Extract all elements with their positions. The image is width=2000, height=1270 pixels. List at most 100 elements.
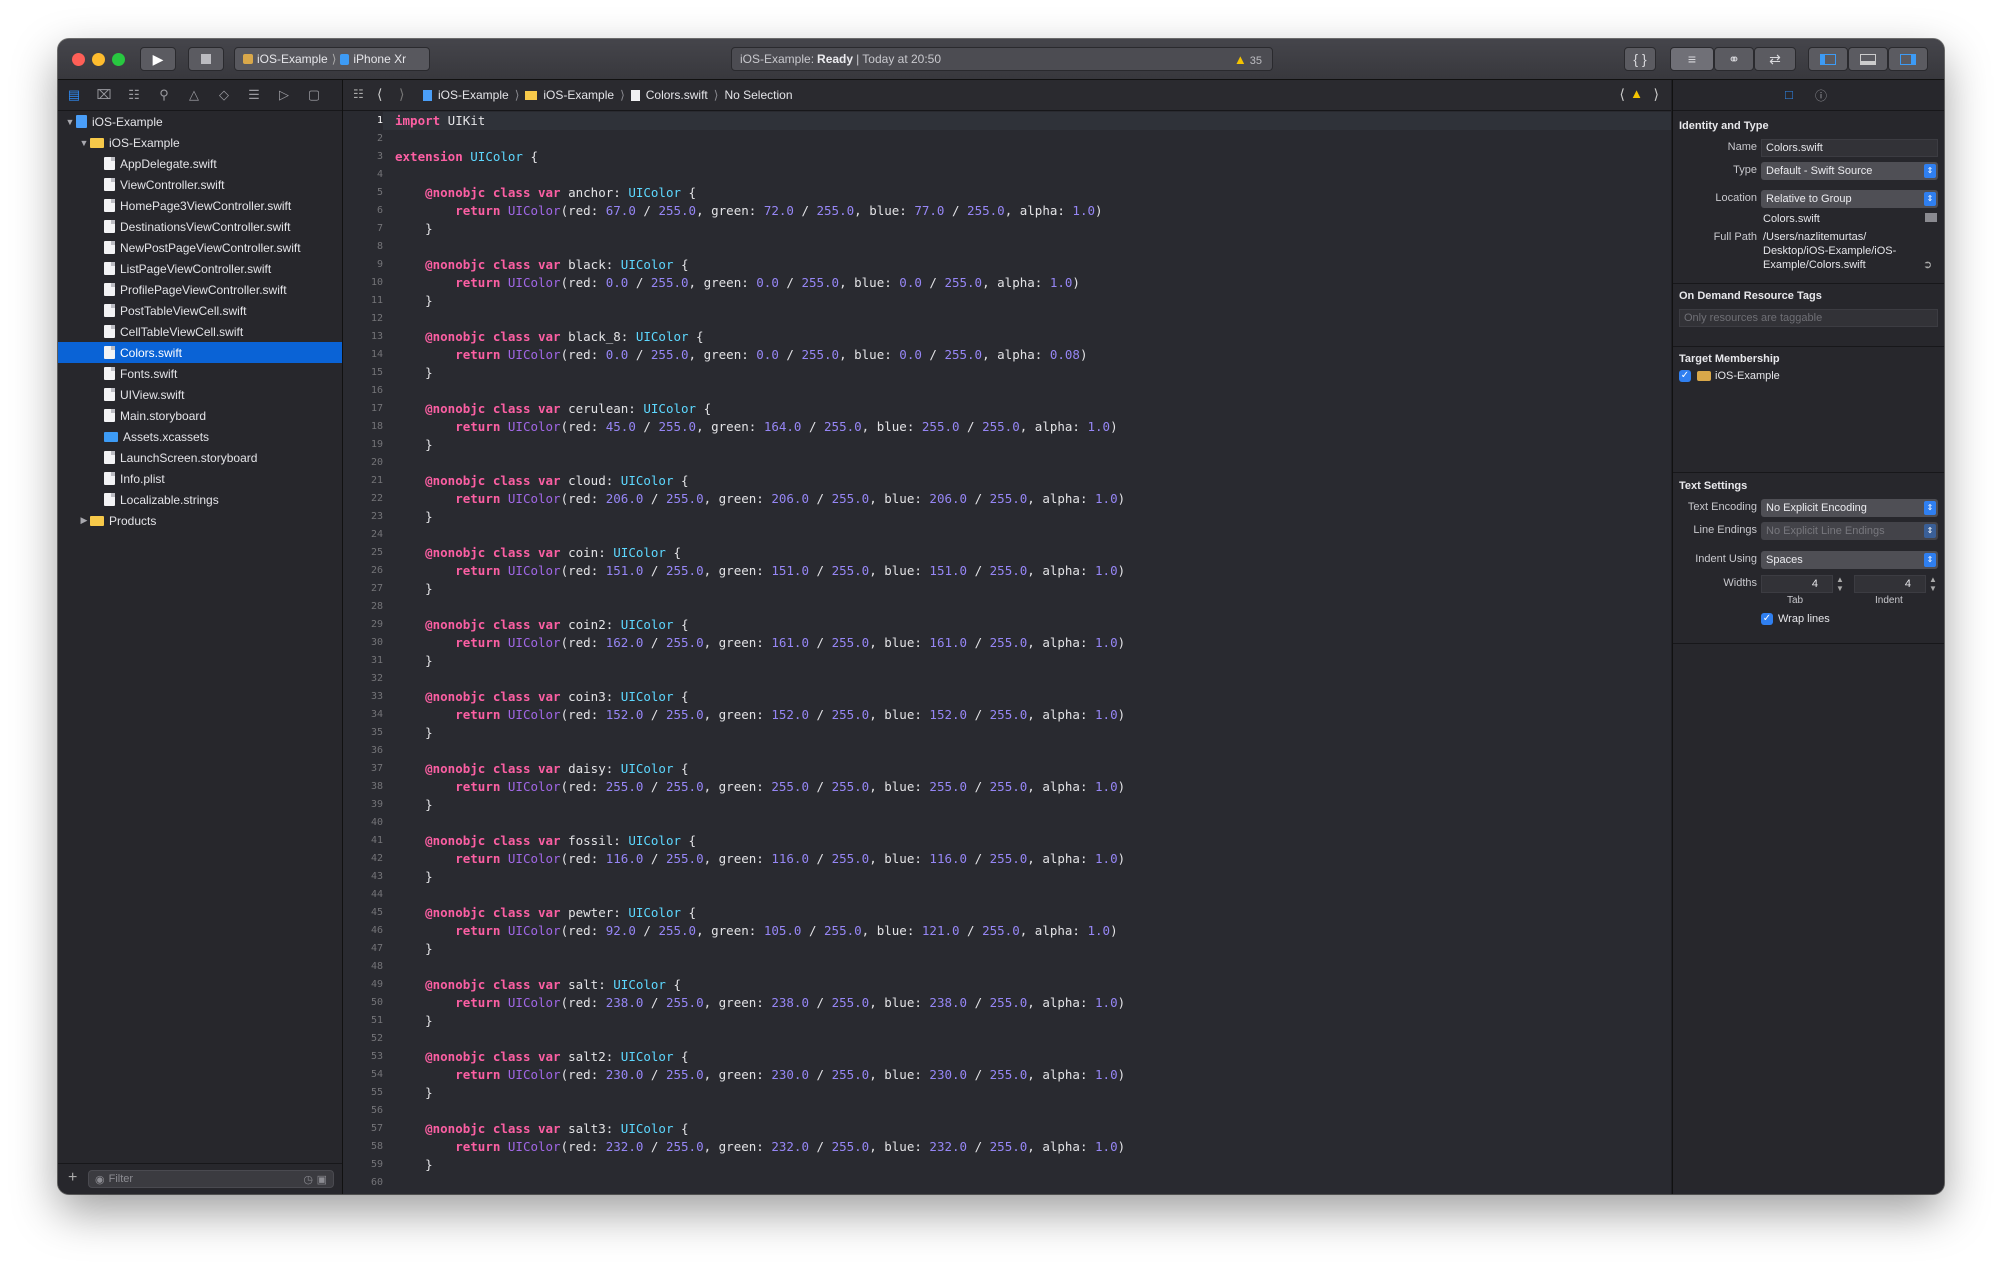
reveal-arrow-icon[interactable]: ➲ <box>1923 258 1932 271</box>
back-icon[interactable]: ⟨ <box>377 86 382 103</box>
code-line[interactable]: @nonobjc class var salt4: UIColor { <box>395 1192 1665 1194</box>
navigator-item[interactable]: LaunchScreen.storyboard <box>58 447 342 468</box>
tab-width-stepper[interactable]: ▲ ▼ <box>1835 575 1845 593</box>
code-line[interactable]: @nonobjc class var cloud: UIColor { <box>395 472 1665 490</box>
code-line[interactable] <box>395 742 1665 760</box>
help-icon[interactable]: ⓘ <box>1815 87 1827 104</box>
code-line[interactable]: return UIColor(red: 0.0 / 255.0, green: … <box>395 274 1665 292</box>
scheme-selector[interactable]: iOS-Example ⟩ iPhone Xr <box>234 47 430 71</box>
navigator-item[interactable]: Fonts.swift <box>58 363 342 384</box>
zoom-window-button[interactable] <box>112 53 125 66</box>
code-line[interactable]: @nonobjc class var coin2: UIColor { <box>395 616 1665 634</box>
code-line[interactable] <box>395 814 1665 832</box>
code-line[interactable] <box>395 1174 1665 1192</box>
scm-filter-icon[interactable]: ▣ <box>317 1173 327 1186</box>
code-line[interactable]: return UIColor(red: 45.0 / 255.0, green:… <box>395 418 1665 436</box>
toggle-debug-area-button[interactable] <box>1848 47 1888 71</box>
issue-icon[interactable]: △ <box>186 87 202 103</box>
warnings-indicator[interactable]: ▲ 35 <box>1234 52 1262 67</box>
source-editor[interactable]: 1 2 3 4 5 6 7 8 9 10 11 12 13 14 15 16 17 18 19 20 21 22 23 24 2… <box>343 111 1671 1194</box>
code-line[interactable]: return UIColor(red: 0.0 / 255.0, green: … <box>395 346 1665 364</box>
code-line[interactable]: @nonobjc class var salt: UIColor { <box>395 976 1665 994</box>
code-line[interactable]: } <box>395 940 1665 958</box>
stop-button[interactable] <box>188 47 224 71</box>
code-line[interactable]: } <box>395 868 1665 886</box>
navigator-item[interactable]: Info.plist <box>58 468 342 489</box>
navigator-item[interactable]: ▼ iOS-Example <box>58 132 342 153</box>
test-icon[interactable]: ◇ <box>216 87 232 103</box>
next-issue-icon[interactable]: ⟩ <box>1654 86 1659 103</box>
code-line[interactable]: } <box>395 724 1665 742</box>
location-popup[interactable]: Relative to Group ⇕ <box>1761 190 1938 208</box>
recent-files-icon[interactable]: ◷ <box>303 1173 313 1186</box>
code-line[interactable]: } <box>395 1012 1665 1030</box>
disclosure-expanded-icon[interactable]: ▼ <box>78 138 90 148</box>
code-line[interactable]: return UIColor(red: 255.0 / 255.0, green… <box>395 778 1665 796</box>
code-line[interactable] <box>395 454 1665 472</box>
related-items-icon[interactable]: ☷ <box>353 87 364 101</box>
assistant-editor-button[interactable]: ⚭ <box>1714 47 1754 71</box>
standard-editor-button[interactable]: ≡ <box>1670 47 1714 71</box>
folder-icon[interactable] <box>1925 213 1937 222</box>
minimize-window-button[interactable] <box>92 53 105 66</box>
navigator-item[interactable]: ▼ iOS-Example <box>58 111 342 132</box>
report-icon[interactable]: ▢ <box>306 87 322 103</box>
code-line[interactable]: } <box>395 580 1665 598</box>
breadcrumb-file[interactable]: Colors.swift <box>646 88 708 102</box>
code-line[interactable] <box>395 382 1665 400</box>
disclosure-collapsed-icon[interactable]: ▶ <box>78 515 90 526</box>
navigator-item[interactable]: ProfilePageViewController.swift <box>58 279 342 300</box>
code-line[interactable] <box>395 1030 1665 1048</box>
code-line[interactable]: } <box>395 220 1665 238</box>
code-line[interactable]: @nonobjc class var cerulean: UIColor { <box>395 400 1665 418</box>
indent-width-stepper[interactable]: ▲ ▼ <box>1928 575 1938 593</box>
odr-tags-field[interactable]: Only resources are taggable <box>1679 309 1938 327</box>
code-line[interactable]: return UIColor(red: 206.0 / 255.0, green… <box>395 490 1665 508</box>
code-line[interactable]: @nonobjc class var pewter: UIColor { <box>395 904 1665 922</box>
breakpoint-icon[interactable]: ▷ <box>276 87 292 103</box>
code-line[interactable]: @nonobjc class var fossil: UIColor { <box>395 832 1665 850</box>
wrap-lines-checkbox[interactable]: ✓ <box>1761 613 1773 625</box>
code-line[interactable] <box>395 130 1665 148</box>
folder-icon[interactable]: ▤ <box>66 87 82 103</box>
code-line[interactable]: @nonobjc class var anchor: UIColor { <box>395 184 1665 202</box>
navigator-item[interactable]: Main.storyboard <box>58 405 342 426</box>
code-line[interactable]: return UIColor(red: 152.0 / 255.0, green… <box>395 706 1665 724</box>
navigator-item[interactable]: PostTableViewCell.swift <box>58 300 342 321</box>
type-popup[interactable]: Default - Swift Source ⇕ <box>1761 162 1938 180</box>
code-line[interactable]: return UIColor(red: 230.0 / 255.0, green… <box>395 1066 1665 1084</box>
code-line[interactable] <box>395 958 1665 976</box>
navigator-item[interactable]: UIView.swift <box>58 384 342 405</box>
code-line[interactable]: return UIColor(red: 67.0 / 255.0, green:… <box>395 202 1665 220</box>
code-line[interactable]: @nonobjc class var coin: UIColor { <box>395 544 1665 562</box>
encoding-popup[interactable]: No Explicit Encoding ⇕ <box>1761 499 1938 517</box>
tab-width-field[interactable]: 4 <box>1761 575 1833 593</box>
code-line[interactable]: } <box>395 1084 1665 1102</box>
previous-issue-icon[interactable]: ⟨ <box>1620 86 1625 103</box>
navigator-item[interactable]: Assets.xcassets <box>58 426 342 447</box>
indent-width-field[interactable]: 4 <box>1854 575 1926 593</box>
symbol-icon[interactable]: ☷ <box>126 87 142 103</box>
code-line[interactable]: } <box>395 652 1665 670</box>
warning-icon[interactable]: ▲ <box>1630 86 1643 101</box>
debug-icon[interactable]: ☰ <box>246 87 262 103</box>
toggle-navigator-button[interactable] <box>1808 47 1848 71</box>
code-line[interactable]: @nonobjc class var coin3: UIColor { <box>395 688 1665 706</box>
navigator-item[interactable]: Colors.swift <box>58 342 342 363</box>
code-line[interactable]: return UIColor(red: 151.0 / 255.0, green… <box>395 562 1665 580</box>
indent-using-popup[interactable]: Spaces ⇕ <box>1761 551 1938 569</box>
add-icon[interactable]: + <box>68 1169 77 1187</box>
code-line[interactable]: return UIColor(red: 92.0 / 255.0, green:… <box>395 922 1665 940</box>
target-checkbox[interactable]: ✓ <box>1679 370 1691 382</box>
navigator-item[interactable]: ListPageViewController.swift <box>58 258 342 279</box>
disclosure-expanded-icon[interactable]: ▼ <box>64 117 76 127</box>
file-inspector-icon[interactable]: □ <box>1785 87 1793 102</box>
version-editor-button[interactable]: ⇄ <box>1754 47 1796 71</box>
code-line[interactable]: @nonobjc class var daisy: UIColor { <box>395 760 1665 778</box>
source-control-icon[interactable]: ⌧ <box>96 87 112 103</box>
close-window-button[interactable] <box>72 53 85 66</box>
toggle-inspector-button[interactable] <box>1888 47 1928 71</box>
code-line[interactable]: } <box>395 364 1665 382</box>
code-line[interactable]: @nonobjc class var black_8: UIColor { <box>395 328 1665 346</box>
code-line[interactable]: extension UIColor { <box>395 148 1665 166</box>
